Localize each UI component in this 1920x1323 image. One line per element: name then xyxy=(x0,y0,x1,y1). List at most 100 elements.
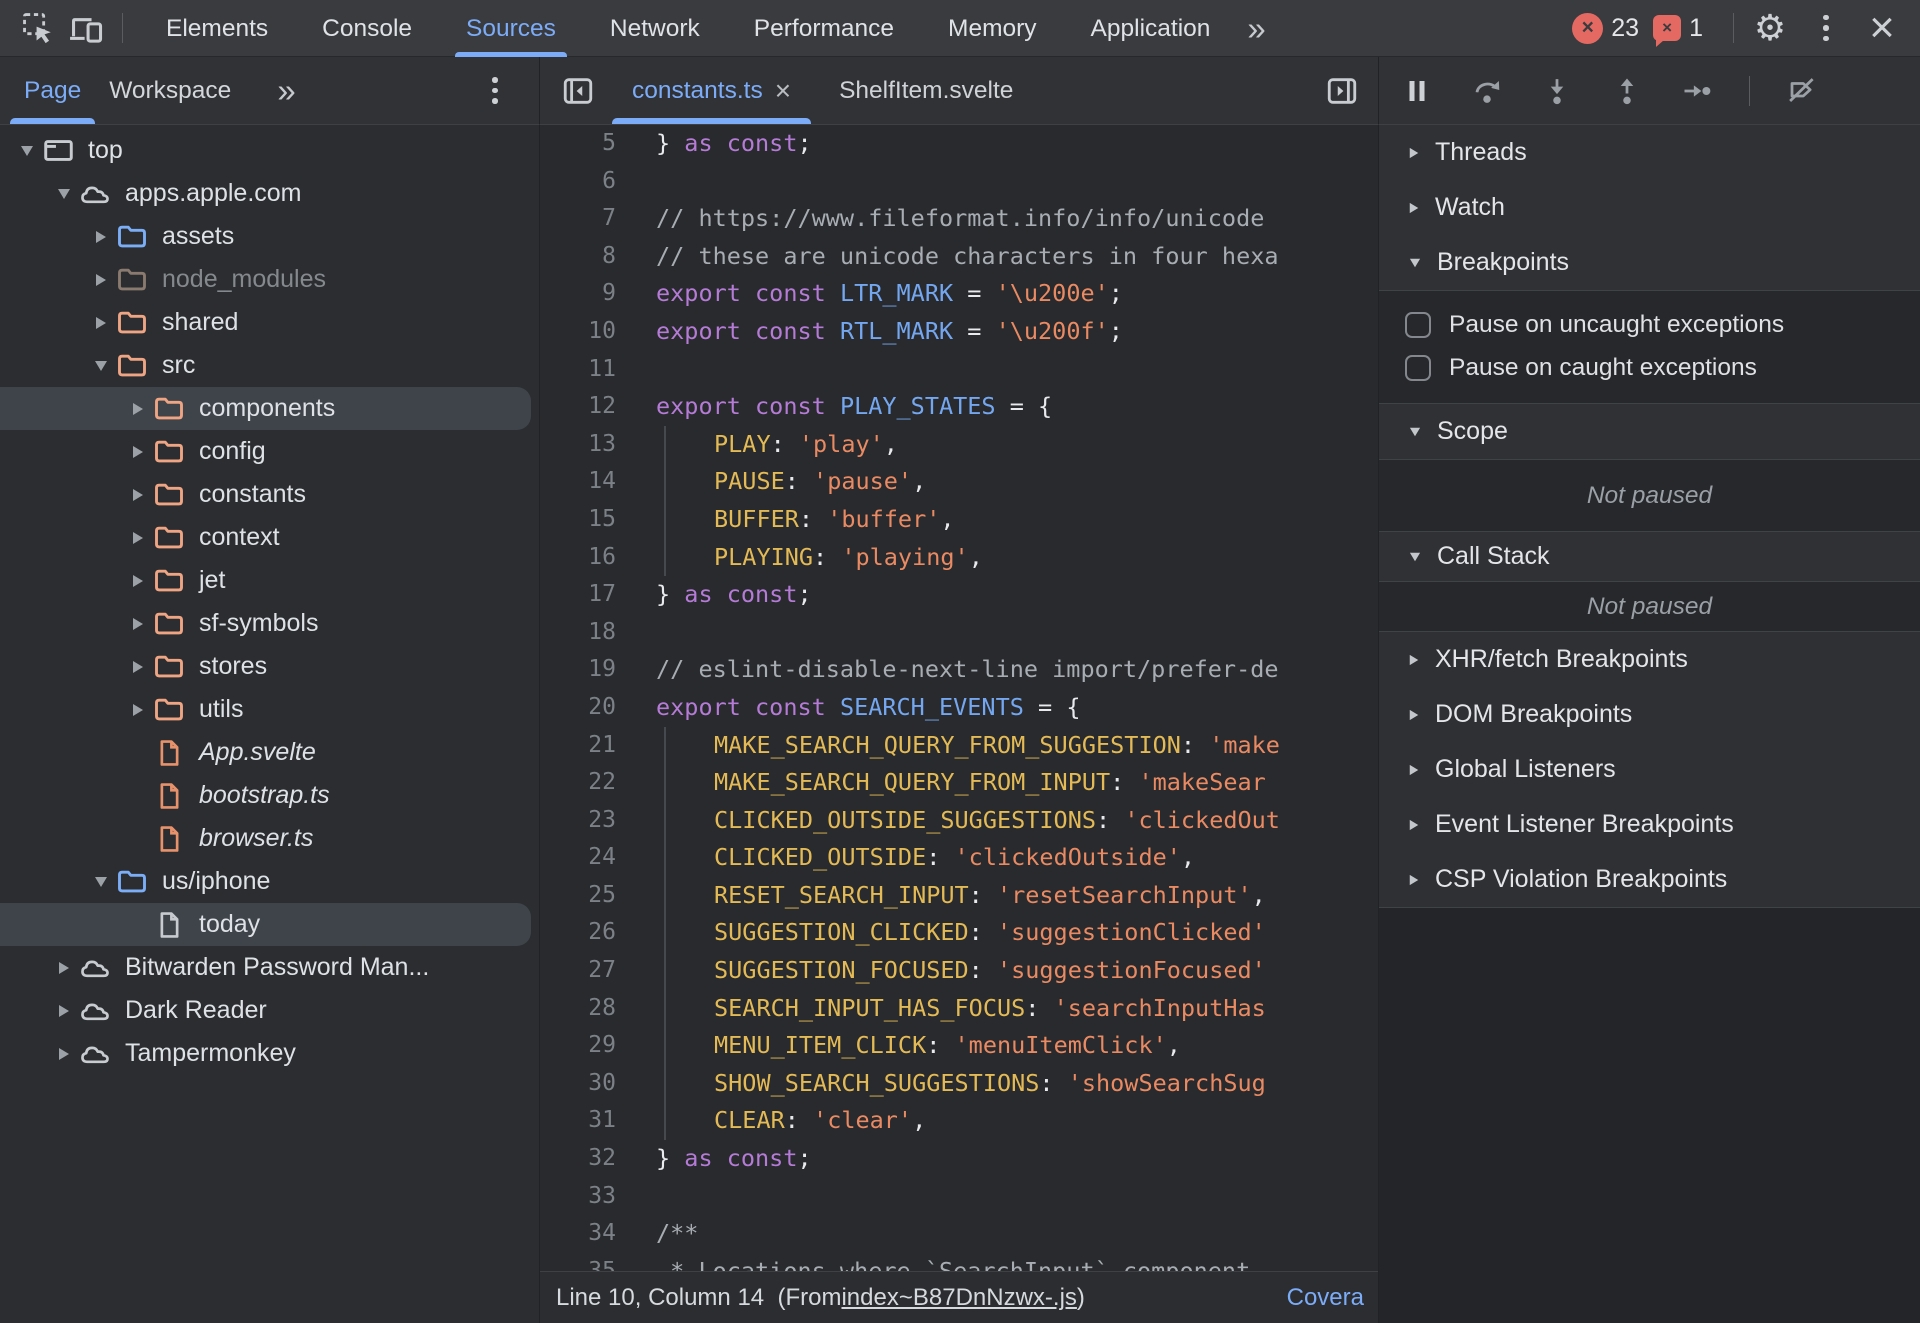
tree-item-Dark Reader[interactable]: Dark Reader xyxy=(0,989,539,1032)
line-number[interactable]: 6 xyxy=(540,163,632,201)
line-number[interactable]: 18 xyxy=(540,614,632,652)
more-panels-icon[interactable]: » xyxy=(1237,12,1275,45)
section-watch[interactable]: Watch xyxy=(1379,180,1920,235)
tree-item-browser.ts[interactable]: browser.ts xyxy=(0,817,539,860)
line-number[interactable]: 14 xyxy=(540,463,632,501)
more-options-icon[interactable] xyxy=(1806,8,1846,48)
chevron-right-icon[interactable] xyxy=(51,1047,77,1060)
tree-item-us/iphone[interactable]: us/iphone xyxy=(0,860,539,903)
coverage-link[interactable]: Covera xyxy=(1287,1284,1364,1312)
tab-application[interactable]: Application xyxy=(1064,0,1238,57)
line-number[interactable]: 28 xyxy=(540,990,632,1028)
code-line[interactable]: 20 export const SEARCH_EVENTS = { xyxy=(540,689,1378,727)
section-scope[interactable]: Scope xyxy=(1379,404,1920,459)
chevron-right-icon[interactable] xyxy=(88,273,114,286)
close-tab-icon[interactable]: × xyxy=(775,76,791,105)
code-line[interactable]: 13 PLAY: 'play', xyxy=(540,425,1378,464)
tab-sources[interactable]: Sources xyxy=(439,0,583,57)
tree-item-context[interactable]: context xyxy=(0,516,539,559)
chevron-right-icon[interactable] xyxy=(51,961,77,974)
navigator-tab-page[interactable]: Page xyxy=(10,57,96,124)
section-breakpoints[interactable]: Breakpoints xyxy=(1379,235,1920,290)
code-line[interactable]: 31 CLEAR: 'clear', xyxy=(540,1102,1378,1140)
line-number[interactable]: 7 xyxy=(540,200,632,238)
code-line[interactable]: 16 PLAYING: 'playing', xyxy=(540,538,1378,577)
chevron-right-icon[interactable] xyxy=(51,1004,77,1017)
editor-tab-ShelfItem.svelte[interactable]: ShelfItem.svelte xyxy=(815,57,1037,124)
tree-item-bootstrap.ts[interactable]: bootstrap.ts xyxy=(0,774,539,817)
code-line[interactable]: 29 MENU_ITEM_CLICK: 'menuItemClick', xyxy=(540,1027,1378,1065)
chevron-right-icon[interactable] xyxy=(125,574,151,587)
chevron-down-icon[interactable] xyxy=(88,876,114,887)
collapse-navigator-icon[interactable] xyxy=(558,71,598,111)
line-number[interactable]: 12 xyxy=(540,388,632,426)
tree-item-constants[interactable]: constants xyxy=(0,473,539,516)
line-number[interactable]: 9 xyxy=(540,275,632,313)
tree-item-stores[interactable]: stores xyxy=(0,645,539,688)
more-navigator-tabs-icon[interactable]: » xyxy=(267,74,305,107)
tree-item-top[interactable]: top xyxy=(0,129,539,172)
source-map-link[interactable]: index~B87DnNzwx-.js xyxy=(841,1284,1076,1312)
code-line[interactable]: 14 PAUSE: 'pause', xyxy=(540,463,1378,501)
tree-item-sf-symbols[interactable]: sf-symbols xyxy=(0,602,539,645)
code-line[interactable]: 23 CLICKED_OUTSIDE_SUGGESTIONS: 'clickedO… xyxy=(540,801,1378,840)
code-editor[interactable]: 5} as const; 6 7// https://www.fileformat.… xyxy=(540,125,1378,1271)
line-number[interactable]: 19 xyxy=(540,651,632,689)
code-line[interactable]: 5} as const; xyxy=(540,125,1378,163)
code-line[interactable]: 18 xyxy=(540,614,1378,652)
chevron-down-icon[interactable] xyxy=(14,145,40,156)
code-line[interactable]: 10 export const RTL_MARK = '\u200f'; xyxy=(540,313,1378,351)
line-number[interactable]: 22 xyxy=(540,764,632,802)
line-number[interactable]: 35 xyxy=(540,1253,632,1271)
issues-badge-icon[interactable]: × xyxy=(1653,15,1682,47)
line-number[interactable]: 17 xyxy=(540,576,632,614)
inspect-icon[interactable] xyxy=(18,8,58,48)
code-line[interactable]: 21 MAKE_SEARCH_QUERY_FROM_SUGGESTION: 'ma… xyxy=(540,726,1378,765)
line-number[interactable]: 8 xyxy=(540,238,632,276)
tree-item-components[interactable]: components xyxy=(0,387,531,430)
code-line[interactable]: 30 SHOW_SEARCH_SUGGESTIONS: 'showSearchSu… xyxy=(540,1064,1378,1103)
step-out-icon[interactable] xyxy=(1607,71,1647,111)
section-threads[interactable]: Threads xyxy=(1379,125,1920,180)
tree-item-shared[interactable]: shared xyxy=(0,301,539,344)
code-line[interactable]: 9 export const LTR_MARK = '\u200e'; xyxy=(540,275,1378,313)
code-line[interactable]: 12 export const PLAY_STATES = { xyxy=(540,388,1378,426)
chevron-down-icon[interactable] xyxy=(51,188,77,199)
chevron-right-icon[interactable] xyxy=(125,402,151,415)
pause-icon[interactable] xyxy=(1397,71,1437,111)
code-line[interactable]: 22 MAKE_SEARCH_QUERY_FROM_INPUT: 'makeSea… xyxy=(540,764,1378,802)
tab-network[interactable]: Network xyxy=(583,0,727,57)
tree-item-Bitwarden Password Man...[interactable]: Bitwarden Password Man... xyxy=(0,946,539,989)
chevron-right-icon[interactable] xyxy=(125,531,151,544)
code-line[interactable]: 8 // these are unicode characters in four… xyxy=(540,238,1378,276)
tree-item-App.svelte[interactable]: App.svelte xyxy=(0,731,539,774)
error-badge-icon[interactable]: × xyxy=(1572,12,1604,44)
tree-item-utils[interactable]: utils xyxy=(0,688,539,731)
tree-item-jet[interactable]: jet xyxy=(0,559,539,602)
section-xhr-fetch-breakpoints[interactable]: XHR/fetch Breakpoints xyxy=(1379,632,1920,687)
step-icon[interactable] xyxy=(1677,71,1717,111)
chevron-right-icon[interactable] xyxy=(125,488,151,501)
line-number[interactable]: 21 xyxy=(540,727,632,765)
section-call-stack[interactable]: Call Stack xyxy=(1379,532,1920,581)
step-over-icon[interactable] xyxy=(1467,71,1507,111)
tree-item-src[interactable]: src xyxy=(0,344,539,387)
navigator-more-options-icon[interactable] xyxy=(475,71,515,111)
line-number[interactable]: 29 xyxy=(540,1027,632,1065)
option-pause-on-uncaught-exceptions[interactable]: Pause on uncaught exceptions xyxy=(1379,303,1920,346)
line-number[interactable]: 15 xyxy=(540,501,632,539)
section-dom-breakpoints[interactable]: DOM Breakpoints xyxy=(1379,687,1920,742)
tab-console[interactable]: Console xyxy=(295,0,439,57)
tree-item-node_modules[interactable]: node_modules xyxy=(0,258,539,301)
tree-item-selected-today[interactable]: today xyxy=(0,903,531,946)
chevron-down-icon[interactable] xyxy=(88,360,114,371)
line-number[interactable]: 10 xyxy=(540,313,632,351)
line-number[interactable]: 31 xyxy=(540,1102,632,1140)
code-line[interactable]: 19 // eslint-disable-next-line import/pre… xyxy=(540,651,1378,689)
tree-item-assets[interactable]: assets xyxy=(0,215,539,258)
settings-gear-icon[interactable]: ⚙ xyxy=(1750,8,1790,48)
line-number[interactable]: 20 xyxy=(540,689,632,727)
code-line[interactable]: 15 BUFFER: 'buffer', xyxy=(540,500,1378,539)
line-number[interactable]: 34 xyxy=(540,1215,632,1253)
option-pause-on-caught-exceptions[interactable]: Pause on caught exceptions xyxy=(1379,346,1920,389)
